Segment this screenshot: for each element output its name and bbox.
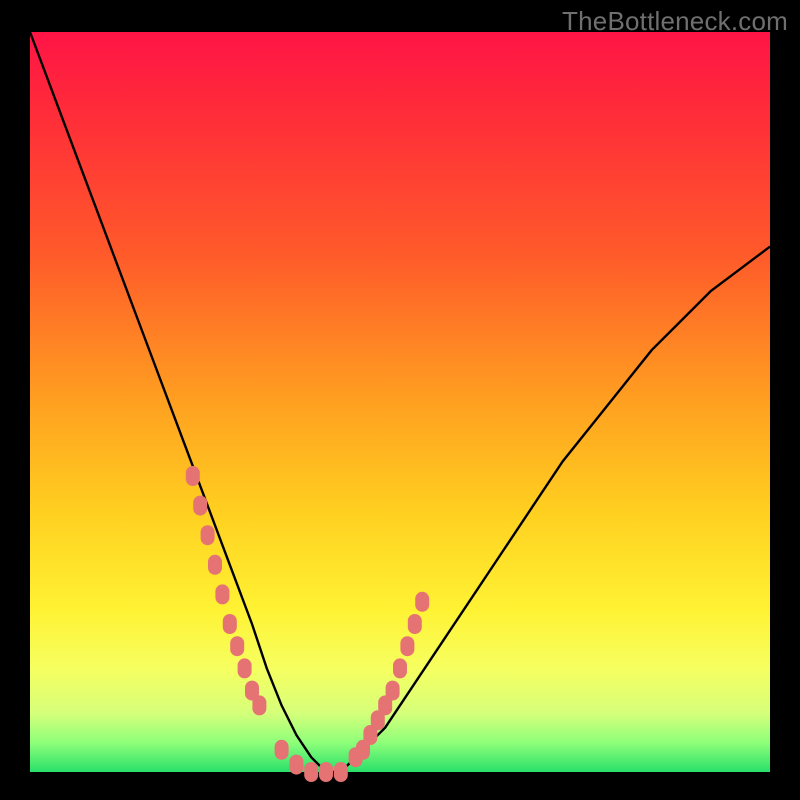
highlight-dot <box>223 614 237 634</box>
highlight-dot <box>208 555 222 575</box>
highlight-dot <box>289 755 303 775</box>
highlight-dot <box>238 658 252 678</box>
highlight-dot <box>252 695 266 715</box>
highlight-dot <box>400 636 414 656</box>
chart-svg <box>30 32 770 772</box>
plot-area-border <box>30 32 770 772</box>
chart-frame: TheBottleneck.com <box>0 0 800 800</box>
highlight-dot <box>193 496 207 516</box>
highlight-dot <box>186 466 200 486</box>
highlight-dot <box>215 584 229 604</box>
highlight-dot <box>304 762 318 782</box>
highlight-dots <box>186 466 429 782</box>
highlight-dot <box>201 525 215 545</box>
highlight-dot <box>393 658 407 678</box>
highlight-dot <box>415 592 429 612</box>
highlight-dot <box>230 636 244 656</box>
highlight-dot <box>334 762 348 782</box>
highlight-dot <box>319 762 333 782</box>
highlight-dot <box>408 614 422 634</box>
highlight-dot <box>386 681 400 701</box>
highlight-dot <box>275 740 289 760</box>
